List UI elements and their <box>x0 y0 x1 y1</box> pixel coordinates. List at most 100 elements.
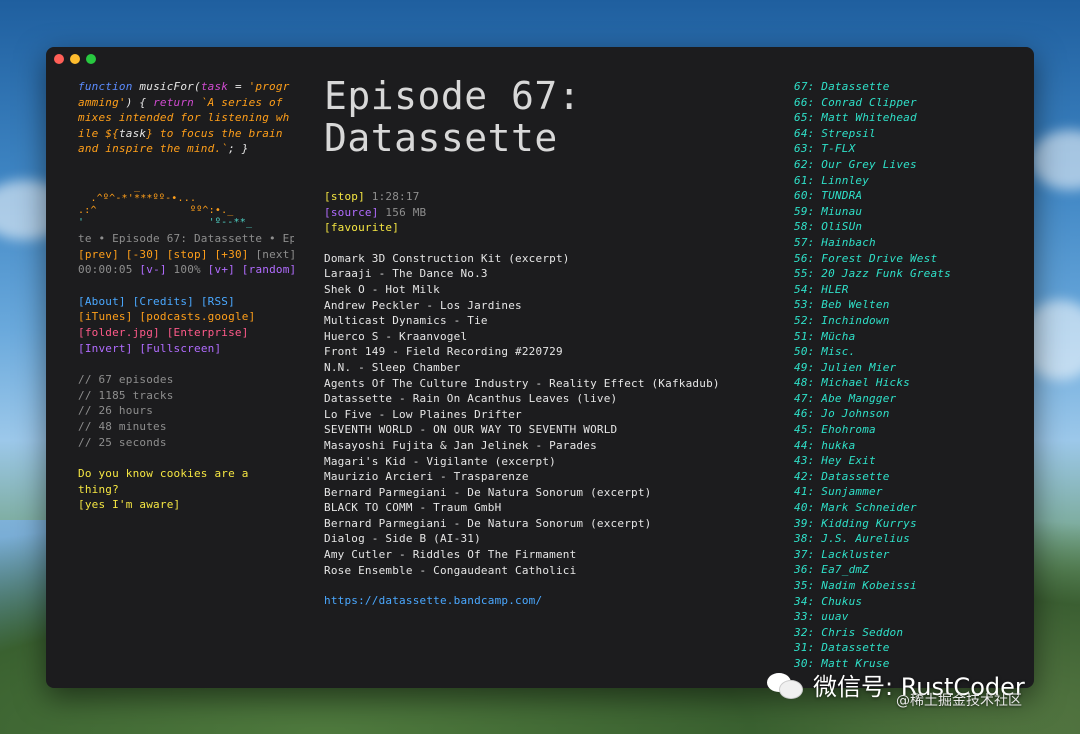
stat-tracks: // 1185 tracks <box>78 388 174 402</box>
episode-list-item[interactable]: 62: Our Grey Lives <box>794 157 1014 173</box>
minimize-window-button[interactable] <box>70 54 80 64</box>
favourite-button[interactable]: [favourite] <box>324 221 399 234</box>
forward-30-button[interactable]: [+30] <box>214 248 248 261</box>
episode-title-line2: Datassette <box>324 116 558 160</box>
code-function-name: musicFor( <box>139 80 201 93</box>
volume-down-button[interactable]: [v-] <box>139 263 166 276</box>
track-item: Masayoshi Fujita & Jan Jelinek - Parades <box>324 438 597 452</box>
episode-list-item[interactable]: 55: 20 Jazz Funk Greats <box>794 266 1014 282</box>
cookie-notice: Do you know cookies are a thing? [yes I'… <box>78 466 294 513</box>
episode-list-item[interactable]: 59: Miunau <box>794 204 1014 220</box>
episode-list-item[interactable]: 45: Ehohroma <box>794 422 1014 438</box>
track-item: Domark 3D Construction Kit (excerpt) <box>324 251 570 265</box>
episode-list-item[interactable]: 57: Hainbach <box>794 235 1014 251</box>
episode-list-item[interactable]: 36: Ea7_dmZ <box>794 562 1014 578</box>
episode-list-item[interactable]: 51: Mücha <box>794 329 1014 345</box>
episode-list-item[interactable]: 56: Forest Drive West <box>794 251 1014 267</box>
episode-list-item[interactable]: 63: T-FLX <box>794 141 1014 157</box>
invert-toggle[interactable]: [Invert] <box>78 342 133 355</box>
bandcamp-link[interactable]: https://datassette.bandcamp.com/ <box>324 593 744 609</box>
track-item: Bernard Parmegiani - De Natura Sonorum (… <box>324 516 652 530</box>
itunes-link[interactable]: [iTunes] <box>78 310 133 323</box>
episode-list-item[interactable]: 47: Abe Mangger <box>794 391 1014 407</box>
episode-list-item[interactable]: 39: Kidding Kurrys <box>794 516 1014 532</box>
episode-list-item[interactable]: 34: Chukus <box>794 594 1014 610</box>
enterprise-link[interactable]: [Enterprise] <box>167 326 249 339</box>
stop-button[interactable]: [stop] <box>167 248 208 261</box>
episode-list-item[interactable]: 58: OliSUn <box>794 219 1014 235</box>
episode-list-item[interactable]: 66: Conrad Clipper <box>794 95 1014 111</box>
episode-list-item[interactable]: 61: Linnley <box>794 173 1014 189</box>
code-param: task <box>200 80 229 93</box>
episode-list-item[interactable]: 48: Michael Hicks <box>794 375 1014 391</box>
track-item: Rose Ensemble - Congaudeant Catholici <box>324 563 577 577</box>
episode-list: 67: Datassette 66: Conrad Clipper 65: Matt… <box>794 79 1014 672</box>
playback-time: 00:00:05 <box>78 263 133 277</box>
episode-list-item[interactable]: 41: Sunjammer <box>794 484 1014 500</box>
episode-list-item[interactable]: 33: uuav <box>794 609 1014 625</box>
folder-jpg-link[interactable]: [folder.jpg] <box>78 326 160 339</box>
episode-list-item[interactable]: 40: Mark Schneider <box>794 500 1014 516</box>
ascii-line: .^º^-*'***ºº-•... <box>78 192 197 204</box>
credits-link[interactable]: [Credits] <box>133 295 194 308</box>
episode-stop-button[interactable]: [stop] <box>324 190 365 203</box>
episode-list-item[interactable]: 43: Hey Exit <box>794 453 1014 469</box>
track-item: Andrew Peckler - Los Jardines <box>324 298 522 312</box>
wechat-icon <box>765 671 805 699</box>
track-item: Shek O - Hot Milk <box>324 282 440 296</box>
episode-list-item[interactable]: 35: Nadim Kobeissi <box>794 578 1014 594</box>
track-item: Agents Of The Culture Industry - Reality… <box>324 376 720 390</box>
track-item: Bernard Parmegiani - De Natura Sonorum (… <box>324 485 652 499</box>
episode-title-line1: Episode 67: <box>324 74 582 118</box>
episode-list-item[interactable]: 60: TUNDRA <box>794 188 1014 204</box>
episode-list-item[interactable]: 46: Jo Johnson <box>794 406 1014 422</box>
track-item: N.N. - Sleep Chamber <box>324 360 461 374</box>
episode-list-item[interactable]: 54: HLER <box>794 282 1014 298</box>
episode-list-item[interactable]: 65: Matt Whitehead <box>794 110 1014 126</box>
track-item: Dialog - Side B (AI-31) <box>324 532 481 546</box>
window-controls <box>54 54 96 64</box>
episode-list-item[interactable]: 67: Datassette <box>794 79 1014 95</box>
google-podcasts-link[interactable]: [podcasts.google] <box>139 310 255 323</box>
close-window-button[interactable] <box>54 54 64 64</box>
episode-list-item[interactable]: 42: Datassette <box>794 469 1014 485</box>
track-item: Magari's Kid - Vigilante (excerpt) <box>324 454 556 468</box>
track-item: Maurizio Arcieri - Trasparenze <box>324 470 529 484</box>
episode-meta: [stop] 1:28:17 [source] 156 MB [favourit… <box>324 189 744 236</box>
maximize-window-button[interactable] <box>86 54 96 64</box>
episode-list-item[interactable]: 64: Strepsil <box>794 126 1014 142</box>
prev-button[interactable]: [prev] <box>78 248 119 261</box>
episode-list-item[interactable]: 32: Chris Seddon <box>794 625 1014 641</box>
episode-source-link[interactable]: [source] <box>324 206 379 219</box>
episode-list-item[interactable]: 52: Inchindown <box>794 313 1014 329</box>
next-button[interactable]: [next] <box>255 248 294 261</box>
rss-link[interactable]: [RSS] <box>201 295 235 308</box>
background-cloud <box>1030 130 1080 190</box>
back-30-button[interactable]: [-30] <box>126 248 160 261</box>
about-link[interactable]: [About] <box>78 295 126 308</box>
episode-list-item[interactable]: 44: hukka <box>794 438 1014 454</box>
track-item: Amy Cutler - Riddles Of The Firmament <box>324 548 577 562</box>
track-item: BLACK TO COMM - Traum GmbH <box>324 501 502 515</box>
stat-seconds: // 25 seconds <box>78 435 167 449</box>
episode-list-item[interactable]: 53: Beb Welten <box>794 297 1014 313</box>
app-window: function musicFor(task = 'programming') … <box>46 47 1034 688</box>
stats-section: // 67 episodes // 1185 tracks // 26 hour… <box>78 372 294 450</box>
episode-list-item[interactable]: 50: Misc. <box>794 344 1014 360</box>
code-end: ; } <box>228 142 249 156</box>
track-item: Huerco S - Kraanvogel <box>324 329 468 343</box>
random-button[interactable]: [random] <box>242 263 294 276</box>
ascii-art: _ .^º^-*'***ºº-•... .:^ ºº^:•._ ' 'º--**… <box>78 181 294 229</box>
volume-level: 100% <box>173 263 201 277</box>
episode-list-item[interactable]: 37: Lackluster <box>794 547 1014 563</box>
fullscreen-toggle[interactable]: [Fullscreen] <box>139 342 221 355</box>
episode-list-item[interactable]: 49: Julien Mier <box>794 360 1014 376</box>
ascii-line: ' 'º--**_ <box>78 216 253 228</box>
cookie-question: Do you know cookies are a thing? <box>78 467 249 496</box>
episode-list-item[interactable]: 38: J.S. Aurelius <box>794 531 1014 547</box>
cookie-accept-button[interactable]: [yes I'm aware] <box>78 497 294 513</box>
code-operator: = <box>228 80 249 93</box>
stat-episodes: // 67 episodes <box>78 373 174 387</box>
volume-up-button[interactable]: [v+] <box>208 263 235 276</box>
episode-list-item[interactable]: 31: Datassette <box>794 640 1014 656</box>
